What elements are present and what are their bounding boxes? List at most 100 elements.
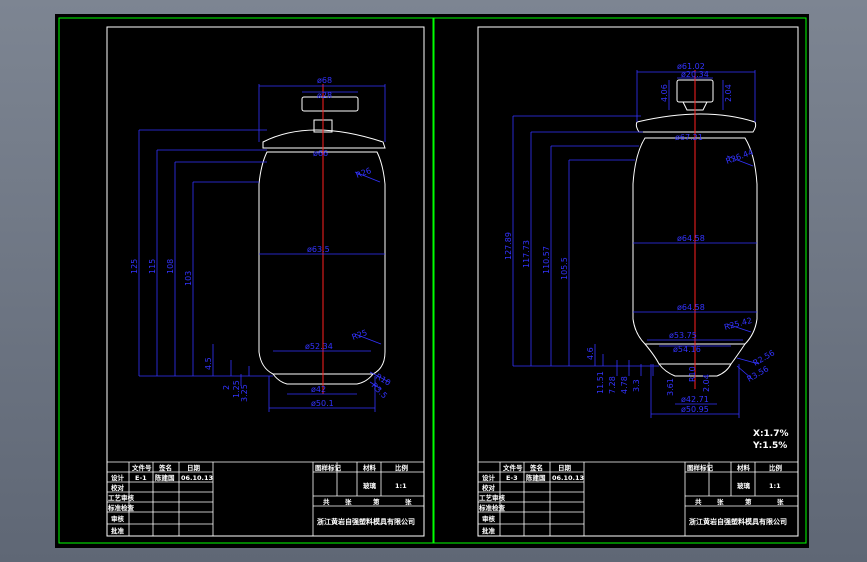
right-dim-radius-0: R26.44	[725, 148, 755, 166]
right-dim-diameter-4: ø54.16	[673, 345, 701, 354]
left-tb-header-2: 日期	[187, 463, 201, 472]
left-tb-right-header-0: 图样标记	[315, 463, 342, 472]
right-tb-header-2: 日期	[558, 463, 572, 472]
right-sheet: ø61.02 ø20.34 4.06 2.04 127.89 117.73 11…	[477, 26, 799, 537]
right-frame	[433, 17, 807, 544]
left-tb-row1-2: 陈建国	[155, 473, 175, 482]
left-sheet-border	[106, 26, 425, 537]
right-tb-role-0: 校对	[482, 483, 496, 492]
right-tb-sheet-2: 第	[745, 497, 752, 506]
right-tb-row1-0: 设计	[482, 473, 496, 482]
left-jar-outline	[258, 96, 386, 385]
right-sheet-border	[477, 26, 799, 537]
right-dim-radius-3: R3.56	[746, 364, 771, 383]
left-tb-sheet-3: 张	[405, 497, 412, 506]
left-dim-vertical-3: 103	[184, 271, 193, 286]
right-tb-row1-1: E-3	[506, 474, 518, 482]
left-tb-company: 浙江黄岩自强塑料模具有限公司	[317, 517, 415, 526]
right-scale-note-y: Y:1.5%	[752, 441, 787, 451]
left-dim-diameter-4: ø50.1	[311, 399, 334, 408]
right-dimension-lines	[512, 70, 760, 418]
right-dim-top-small-1: 2.04	[724, 84, 733, 102]
right-scale-note-x: X:1.7%	[753, 429, 789, 439]
right-dim-diameter-6: ø50.95	[681, 405, 709, 414]
right-tb-right-header-0: 图样标记	[687, 463, 714, 472]
right-title-block: 文件号 签名 日期 设计 E-3 陈建国 06.10.13 校对 工艺审核 标准…	[478, 461, 798, 536]
right-dim-small-0: 4.6	[586, 347, 595, 360]
right-tb-scale: 1:1	[769, 482, 781, 490]
left-dim-small-0: 4.5	[204, 357, 213, 370]
right-tb-role-1: 工艺审核	[479, 493, 506, 502]
left-dimension-texts: ø68 ø28 125 115 108 103 ø66 ø63.5 ø52.34…	[130, 76, 392, 408]
left-tb-material: 玻璃	[363, 481, 377, 490]
right-dim-top-1: ø20.34	[681, 70, 709, 79]
right-dim-small-1: 11.51	[596, 371, 605, 394]
right-tb-role-3: 审核	[482, 514, 496, 523]
left-sheet: ø68 ø28 125 115 108 103 ø66 ø63.5 ø52.34…	[106, 26, 425, 537]
left-dim-vertical-2: 108	[166, 259, 175, 274]
left-tb-right-header-2: 比例	[395, 463, 409, 472]
left-dim-radius-1: R25	[351, 328, 369, 342]
cad-drawing-svg: ø68 ø28 125 115 108 103 ø66 ø63.5 ø52.34…	[58, 17, 807, 544]
right-tb-row1-3: 06.10.13	[552, 474, 584, 482]
left-tb-header-1: 签名	[158, 463, 172, 472]
right-tb-company: 浙江黄岩自强塑料模具有限公司	[689, 517, 787, 526]
right-tb-material: 玻璃	[737, 481, 751, 490]
left-dim-diameter-1: ø63.5	[307, 245, 330, 254]
right-tb-role-2: 标准检查	[478, 503, 506, 512]
left-dim-top-1: ø28	[317, 91, 332, 100]
left-tb-role-2: 标准检查	[107, 503, 135, 512]
left-tb-role-4: 批准	[111, 526, 125, 535]
left-dim-top-0: ø68	[317, 76, 332, 85]
right-tb-sheet-1: 张	[717, 497, 724, 506]
right-dim-top-small-0: 4.06	[660, 84, 669, 102]
right-tb-sheet-0: 共	[695, 497, 702, 506]
left-tb-row1-1: E-1	[135, 474, 147, 482]
right-dim-radius-1: R25.42	[723, 316, 753, 332]
right-dim-diameter-5: ø42.71	[681, 395, 709, 404]
left-tb-sheet-2: 第	[373, 497, 380, 506]
right-dim-small-4: 3.3	[632, 379, 641, 392]
right-tb-right-header-2: 比例	[769, 463, 783, 472]
left-tb-row1-0: 设计	[111, 473, 125, 482]
left-tb-role-0: 校对	[111, 483, 125, 492]
right-dim-vertical-1: 117.73	[522, 240, 531, 268]
right-tb-role-4: 批准	[482, 526, 496, 535]
cad-drawing-canvas: ø68 ø28 125 115 108 103 ø66 ø63.5 ø52.34…	[55, 14, 809, 548]
left-tb-role-3: 审核	[111, 514, 125, 523]
right-scale-note: X:1.7% Y:1.5%	[752, 429, 789, 451]
left-tb-role-1: 工艺审核	[108, 493, 135, 502]
right-tb-header-0: 文件号	[502, 463, 523, 472]
right-dim-diameter-3: ø53.75	[669, 331, 697, 340]
right-dim-diameter-1: ø64.58	[677, 234, 705, 243]
left-dim-vertical-1: 115	[148, 259, 157, 274]
left-dim-vertical-0: 125	[130, 259, 139, 274]
right-tb-header-1: 签名	[529, 463, 543, 472]
right-tb-sheet-3: 张	[777, 497, 784, 506]
left-title-block: 文件号 签名 日期 设计 E-1 陈建国 06.10.13 校对 工艺审核 标准…	[107, 461, 424, 536]
right-dimension-texts: ø61.02 ø20.34 4.06 2.04 127.89 117.73 11…	[504, 62, 776, 414]
right-dim-radius-4: R10	[688, 366, 697, 382]
right-dim-small-2: 7.28	[608, 376, 617, 394]
right-tb-right-header-1: 材料	[736, 463, 751, 472]
left-dim-diameter-2: ø52.34	[305, 342, 333, 351]
left-tb-right-header-1: 材料	[362, 463, 377, 472]
left-dim-diameter-0: ø66	[313, 149, 328, 158]
left-tb-scale: 1:1	[395, 482, 407, 490]
left-tb-header-0: 文件号	[131, 463, 152, 472]
left-dim-small-1: 2	[222, 385, 231, 390]
right-dim-vertical-0: 127.89	[504, 232, 513, 260]
right-dim-vertical-3: 105.5	[560, 257, 569, 280]
left-dim-diameter-3: ø42	[311, 385, 326, 394]
left-dim-small-3: 3.25	[240, 384, 249, 402]
right-dim-vertical-2: 110.57	[542, 246, 551, 274]
right-dim-diameter-2: ø64.58	[677, 303, 705, 312]
right-dim-small-5: 3.61	[666, 378, 675, 396]
right-dim-small-6: 2.04	[702, 374, 711, 392]
left-tb-row1-3: 06.10.13	[181, 474, 213, 482]
left-tb-sheet-1: 张	[345, 497, 352, 506]
right-tb-row1-2: 陈建国	[526, 473, 546, 482]
left-frame	[58, 17, 434, 544]
right-dim-small-3: 4.78	[620, 376, 629, 394]
left-tb-sheet-0: 共	[323, 497, 330, 506]
